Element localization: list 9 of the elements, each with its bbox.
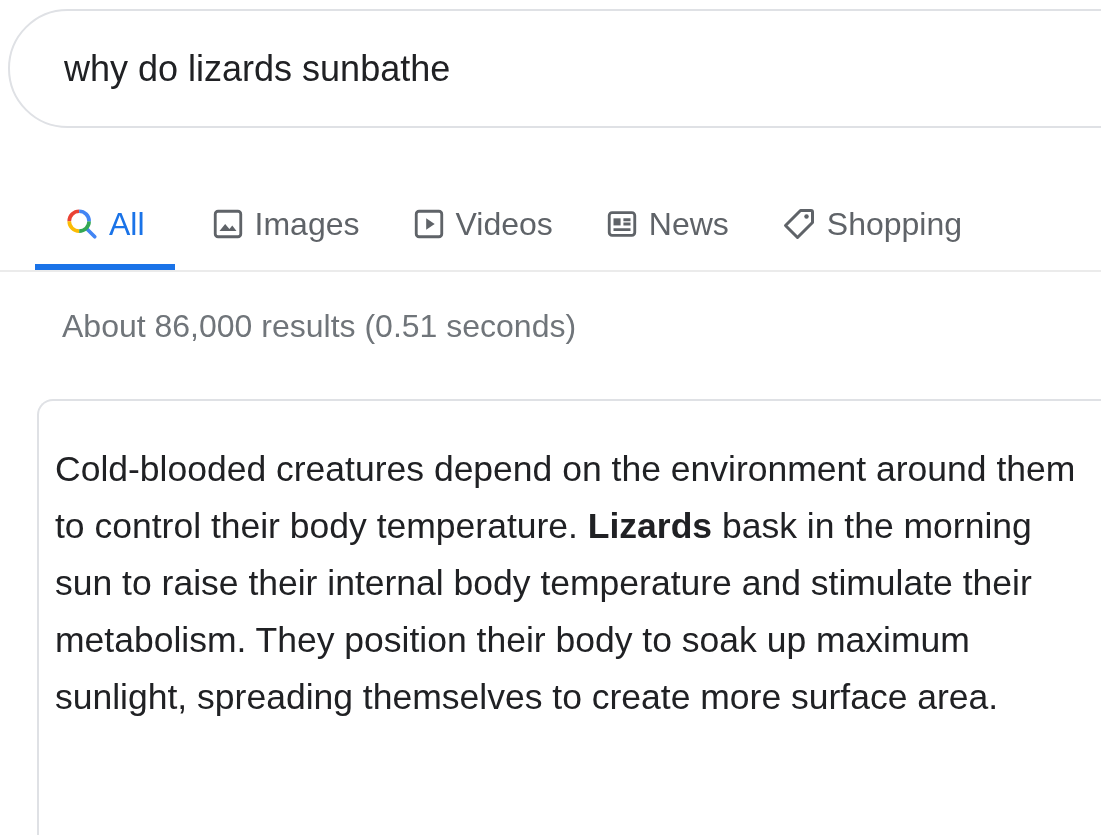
search-tab[interactable]: All [35,184,175,270]
result-stats: About 86,000 results (0.51 seconds) [62,308,578,345]
search-field[interactable]: why do lizards sunbathe [8,9,1101,128]
search-tab[interactable]: Videos [403,184,575,270]
search-tab[interactable]: Shopping [772,184,984,270]
snippet-text: Cold-blooded creatures depend on the environment around them to control their body temperature. Lizards bask in the morning sun to raise their internal body temperature and stimulate their metabolism. They position their body to soak up maximum sunlight, spreading themselves to create more surface area. [55,448,1077,719]
search-tab[interactable]: Images [202,184,382,270]
search-icon [65,207,99,241]
search-tab[interactable]: News [596,184,751,270]
